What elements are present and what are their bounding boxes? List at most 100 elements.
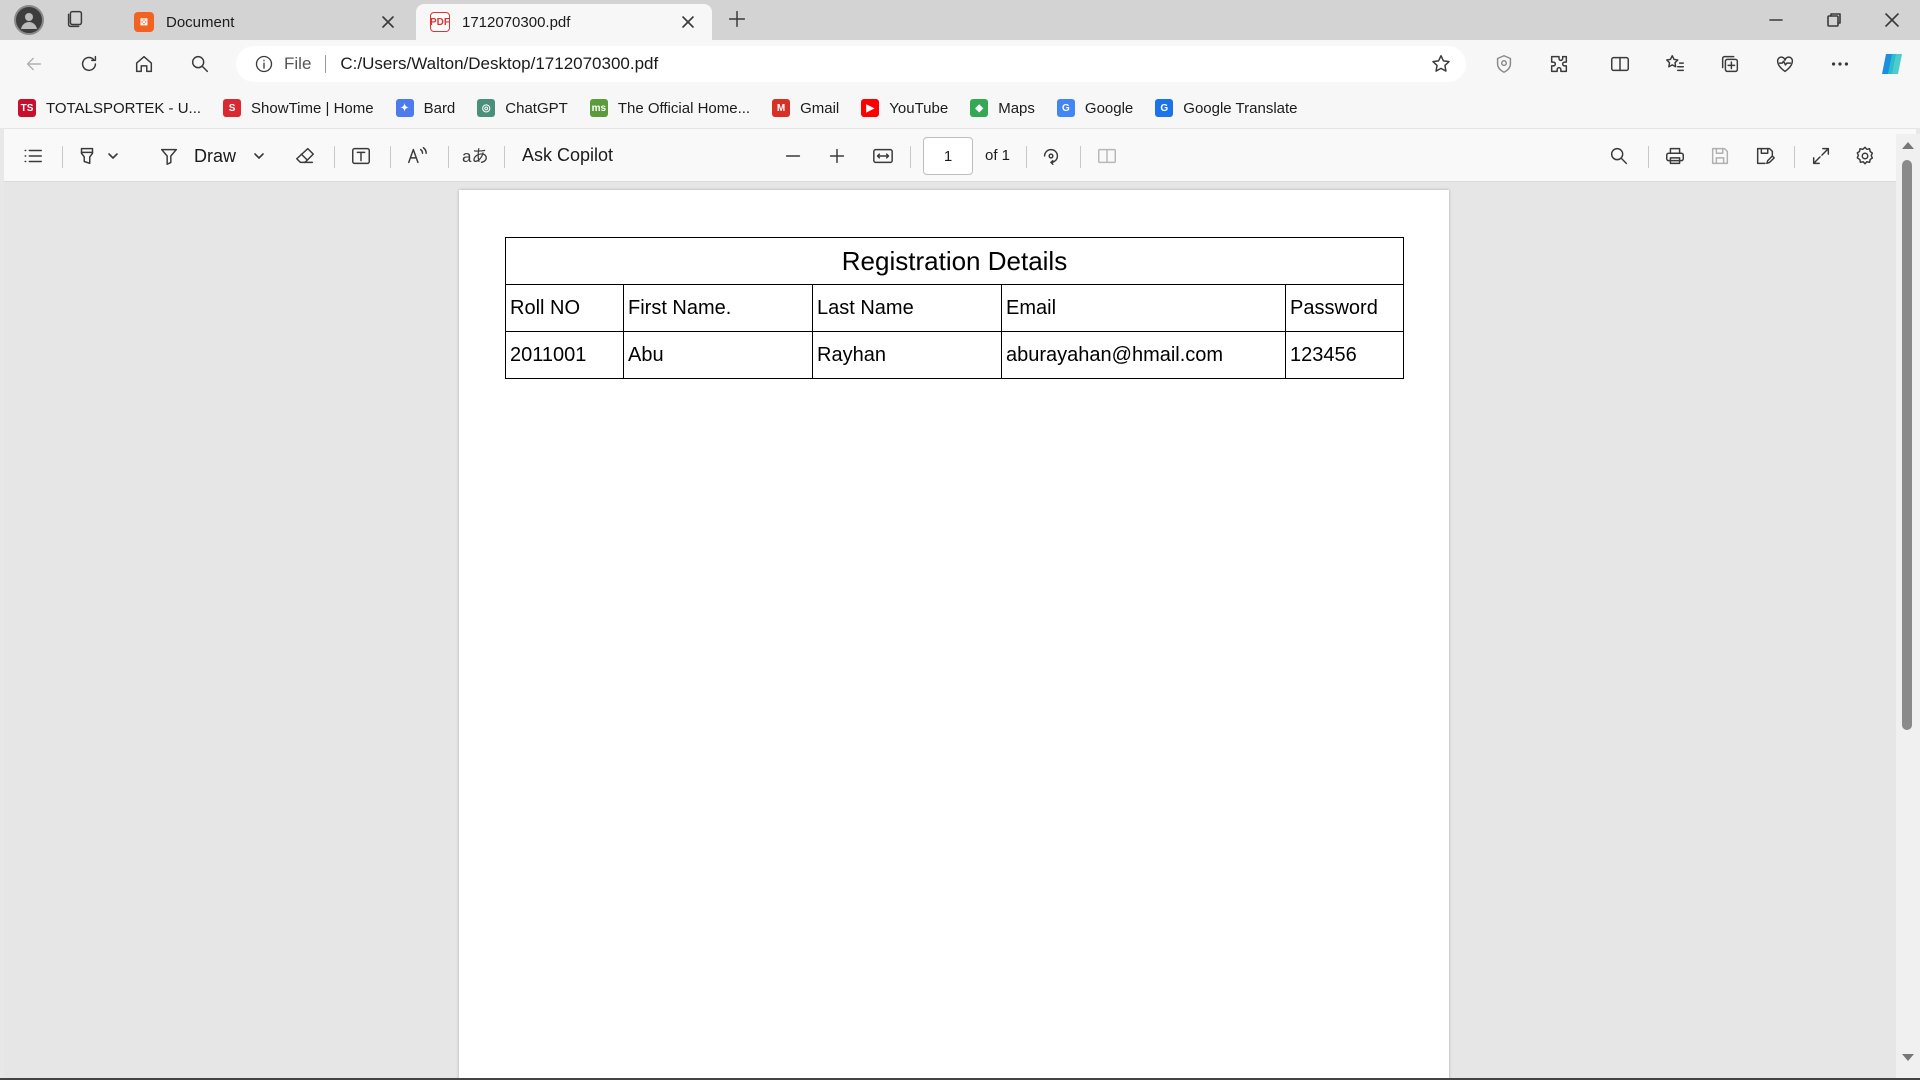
vertical-scrollbar[interactable] [1896, 134, 1920, 1080]
save-button[interactable] [1709, 145, 1731, 167]
gmail-icon: M [772, 99, 791, 117]
page-view-button[interactable] [1096, 145, 1118, 167]
google-translate-icon: G [1155, 99, 1174, 117]
draw-button[interactable]: Draw [158, 145, 266, 167]
restore-button[interactable] [1806, 0, 1862, 40]
bookmark-label: Maps [998, 99, 1035, 117]
tab-document[interactable]: ⊠ Document [120, 4, 412, 40]
user-avatar-icon [21, 13, 37, 29]
google-icon: G [1056, 99, 1075, 117]
two-page-icon [1098, 148, 1116, 164]
bookmark-gmail[interactable]: M Gmail [772, 99, 839, 117]
refresh-icon [81, 55, 97, 72]
workspaces-button[interactable] [64, 8, 86, 30]
table-row: 2011001 Abu Rayhan aburayahan@hmail.com … [505, 331, 1404, 379]
minimize-button[interactable] [1748, 0, 1804, 40]
highlight-button[interactable] [76, 145, 120, 167]
bookmark-bard[interactable]: ✦ Bard [395, 99, 455, 117]
read-aloud-button[interactable] [406, 145, 428, 167]
scrollbar-thumb[interactable] [1902, 160, 1912, 730]
table-cell: Abu [623, 331, 813, 379]
bookmark-google-translate[interactable]: G Google Translate [1155, 99, 1298, 117]
favorites-button[interactable] [1661, 50, 1689, 78]
ask-copilot-label: Ask Copilot [522, 145, 614, 165]
fit-width-icon [873, 148, 893, 164]
extensions-button[interactable] [1545, 50, 1573, 78]
contents-button[interactable] [22, 145, 44, 167]
refresh-button[interactable] [75, 50, 103, 78]
svg-text:aあ: aあ [462, 147, 488, 166]
pdf-settings-button[interactable] [1854, 145, 1876, 167]
url-text[interactable]: C:/Users/Walton/Desktop/1712070300.pdf [340, 54, 658, 74]
pdf-viewer[interactable]: Registration Details Roll NO First Name.… [4, 182, 1896, 1080]
more-dots-icon [1831, 62, 1849, 66]
navigation-bar: File C:/Users/Walton/Desktop/1712070300.… [0, 40, 1920, 88]
plus-icon [728, 10, 746, 28]
print-button[interactable] [1664, 145, 1686, 167]
bookmark-totalsportek[interactable]: TS TOTALSPORTEK - U... [18, 99, 201, 117]
info-icon[interactable] [254, 54, 274, 74]
zoom-out-button[interactable] [782, 145, 804, 167]
add-text-button[interactable] [350, 145, 372, 167]
copilot-icon [1882, 54, 1902, 74]
home-button[interactable] [130, 50, 158, 78]
save-as-icon [1756, 147, 1775, 165]
chevron-down-icon[interactable] [252, 149, 266, 163]
scroll-down-arrow[interactable] [1902, 1054, 1914, 1061]
collections-button[interactable] [1716, 50, 1744, 78]
browser-essentials-button[interactable] [1771, 50, 1799, 78]
zoom-in-button[interactable] [826, 145, 848, 167]
fit-width-button[interactable] [872, 145, 894, 167]
save-as-button[interactable] [1754, 145, 1776, 167]
highlighter-icon [80, 147, 94, 165]
translate-button[interactable]: aあ [462, 145, 488, 167]
search-button[interactable] [186, 50, 214, 78]
favorite-button[interactable] [1430, 53, 1452, 75]
search-icon [191, 55, 209, 73]
split-screen-button[interactable] [1606, 50, 1634, 78]
fullscreen-button[interactable] [1810, 145, 1832, 167]
back-button[interactable] [20, 50, 48, 78]
chatgpt-icon: ◎ [477, 99, 496, 117]
erase-button[interactable] [294, 145, 316, 167]
column-header: Password [1285, 284, 1404, 332]
chevron-down-icon[interactable] [106, 149, 120, 163]
new-tab-button[interactable] [726, 8, 748, 30]
pen-icon [160, 148, 178, 165]
tab-pdf[interactable]: PDF 1712070300.pdf [416, 4, 712, 40]
column-header: Roll NO [505, 284, 624, 332]
table-cell: Rayhan [812, 331, 1002, 379]
close-window-button[interactable] [1864, 0, 1920, 40]
bookmark-official-home[interactable]: ms The Official Home... [589, 99, 750, 117]
close-icon [382, 16, 394, 28]
divider [1794, 146, 1795, 168]
bookmark-google[interactable]: G Google [1056, 99, 1133, 117]
home-icon [135, 55, 153, 73]
page-number-input[interactable]: 1 [923, 137, 973, 175]
column-header: Last Name [812, 284, 1002, 332]
close-tab-button[interactable] [378, 12, 398, 32]
bookmark-maps[interactable]: ◆ Maps [970, 99, 1035, 117]
copilot-button[interactable] [1878, 50, 1906, 78]
list-icon [24, 149, 42, 163]
privacy-button[interactable] [1490, 50, 1518, 78]
showtime-icon: S [223, 99, 242, 117]
scroll-up-arrow[interactable] [1902, 142, 1914, 149]
address-bar[interactable]: File C:/Users/Walton/Desktop/1712070300.… [236, 46, 1466, 82]
close-tab-button[interactable] [678, 12, 698, 32]
read-aloud-icon [408, 147, 427, 164]
bard-icon: ✦ [395, 99, 414, 117]
bookmark-youtube[interactable]: ▶ YouTube [861, 99, 948, 117]
rotate-button[interactable] [1040, 145, 1062, 167]
ask-copilot-button[interactable]: Ask Copilot [522, 145, 613, 166]
settings-more-button[interactable] [1826, 50, 1854, 78]
bookmark-showtime[interactable]: S ShowTime | Home [223, 99, 374, 117]
bookmark-chatgpt[interactable]: ◎ ChatGPT [477, 99, 568, 117]
back-arrow-icon [26, 57, 42, 71]
totalsportek-icon: TS [18, 99, 36, 117]
profile-avatar[interactable] [14, 5, 44, 35]
draw-label: Draw [194, 145, 237, 166]
find-button[interactable] [1608, 145, 1630, 167]
divider [325, 55, 327, 73]
divider [910, 146, 911, 168]
